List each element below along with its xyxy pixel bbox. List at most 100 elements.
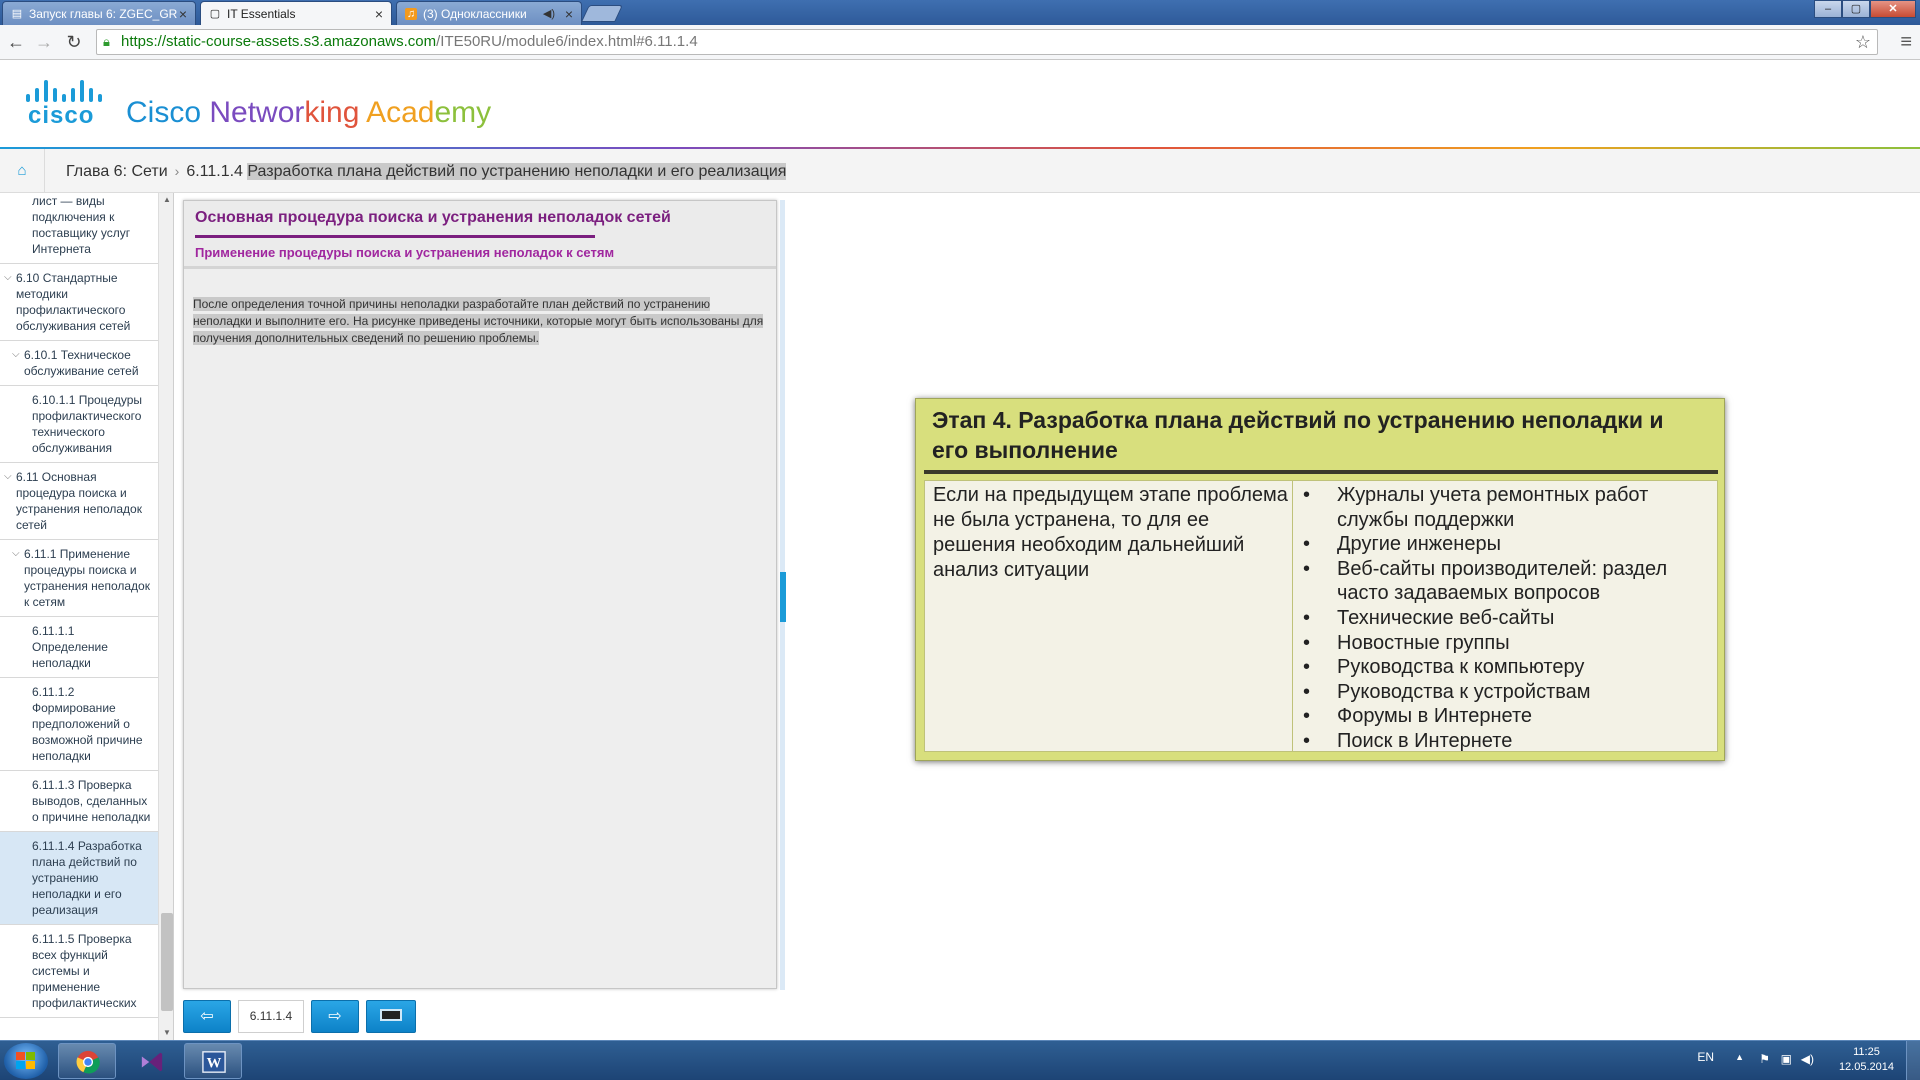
nav-item-label: 6.11.1.5 Проверка всех функций системы и… — [32, 932, 137, 1010]
reload-icon[interactable]: ↻ — [62, 30, 86, 54]
chevron-down-icon: ⌵ — [4, 471, 12, 482]
clock-date: 12.05.2014 — [1838, 1061, 1894, 1073]
list-item: Журналы учета ремонтных работ службы под… — [1303, 483, 1713, 532]
site-header: cisco Cisco Networking Academy — [0, 60, 1920, 148]
list-item: Руководства к компьютеру — [1303, 655, 1713, 680]
back-arrow-icon[interactable]: ← — [4, 30, 28, 54]
arrow-left-icon: ⇦ — [200, 1008, 214, 1025]
taskbar-visual-studio-button[interactable] — [122, 1043, 180, 1079]
url-input[interactable]: 🔒︎ https://static-course-assets.s3.amazo… — [96, 29, 1878, 55]
figure-divider — [924, 470, 1718, 474]
url-path: /ITE50RU/module6/index.html#6.11.1.4 — [436, 33, 698, 50]
sources-list: Журналы учета ремонтных работ службы под… — [1303, 483, 1713, 754]
cisco-logo[interactable]: cisco — [24, 80, 108, 130]
figure-sources: Журналы учета ремонтных работ службы под… — [1292, 480, 1718, 754]
scroll-thumb[interactable] — [161, 913, 173, 1011]
browser-tab-bar: ▤ Запуск главы 6: ZGEC_GR × ▢ IT Essenti… — [0, 0, 1920, 25]
visual-studio-icon — [141, 1052, 163, 1072]
new-tab-button[interactable] — [581, 5, 623, 22]
nav-item[interactable]: ⌵ 6.10.1 Техническое обслуживание сетей — [0, 341, 158, 386]
breadcrumb-chapter[interactable]: Глава 6: Сети — [66, 163, 168, 180]
tab-it-essentials[interactable]: ▢ IT Essentials × — [200, 1, 392, 25]
windows-logo-icon — [16, 1052, 36, 1070]
forward-arrow-icon[interactable]: → — [32, 30, 56, 54]
close-icon[interactable]: × — [565, 2, 573, 25]
brand-part: king — [304, 96, 360, 129]
nav-item[interactable]: 6.11.1.5 Проверка всех функций системы и… — [0, 925, 158, 1018]
music-icon: ♫ — [405, 8, 417, 20]
show-desktop-button[interactable] — [1906, 1041, 1920, 1080]
nav-item[interactable]: 6.11.1.1 Определение неполадки — [0, 617, 158, 678]
splitter-handle[interactable] — [780, 572, 786, 622]
panel-title: Основная процедура поиска и устранения н… — [195, 209, 671, 226]
volume-icon[interactable]: ◀) — [1801, 1052, 1814, 1066]
nav-scrollbar[interactable]: ▲ ▼ — [158, 193, 173, 1040]
svg-text:W: W — [207, 1056, 222, 1072]
panel-body-text: После определения точной причины неполад… — [193, 297, 764, 345]
taskbar-word-button[interactable]: W — [184, 1043, 242, 1079]
lock-icon: 🔒︎ — [103, 34, 110, 49]
scroll-down-icon[interactable]: ▼ — [159, 1026, 173, 1040]
nav-item[interactable]: лист — виды подключения к поставщику усл… — [0, 193, 158, 264]
nav-item[interactable]: 6.10.1.1 Процедуры профилактического тех… — [0, 386, 158, 463]
figure-description-text: Если на предыдущем этапе проблема не был… — [933, 484, 1288, 581]
nav-item[interactable]: ⌵ 6.11.1 Применение процедуры поиска и ус… — [0, 540, 158, 617]
scroll-up-icon[interactable]: ▲ — [159, 193, 173, 207]
close-icon[interactable]: × — [179, 2, 187, 25]
fullscreen-button[interactable] — [366, 1000, 416, 1033]
nav-item-label: 6.11.1.2 Формирование предположений о во… — [32, 685, 143, 763]
tab-label: (3) Одноклассники — [423, 7, 527, 21]
flag-icon[interactable]: ⚑ — [1759, 1052, 1770, 1066]
chevron-down-icon: ⌵ — [12, 548, 20, 559]
network-icon[interactable]: ▣ — [1781, 1052, 1792, 1066]
list-item: Веб-сайты производителей: раздел часто з… — [1303, 557, 1713, 606]
page-indicator: 6.11.1.4 — [238, 1000, 304, 1033]
chevron-down-icon: ⌵ — [12, 349, 20, 360]
nav-item[interactable]: ⌵ 6.11 Основная процедура поиска и устран… — [0, 463, 158, 540]
nav-item-label: лист — виды подключения к поставщику усл… — [32, 194, 131, 256]
list-item: Другие инженеры — [1303, 532, 1713, 557]
content-panel: Основная процедура поиска и устранения н… — [183, 200, 777, 989]
url-text: https://static-course-assets.s3.amazonaw… — [121, 30, 698, 54]
previous-page-button[interactable]: ⇦ — [183, 1000, 231, 1033]
language-indicator[interactable]: EN — [1697, 1050, 1714, 1064]
nav-item[interactable]: ⌵ 6.10 Стандартные методики профилактичес… — [0, 264, 158, 341]
start-button[interactable] — [4, 1043, 48, 1079]
chevron-up-icon[interactable]: ▲ — [1735, 1052, 1744, 1062]
taskbar-chrome-button[interactable] — [58, 1043, 116, 1079]
nav-item-label: 6.11.1.1 Определение неполадки — [32, 624, 108, 670]
maximize-button[interactable]: ▢ — [1842, 0, 1870, 18]
tab-zgec[interactable]: ▤ Запуск главы 6: ZGEC_GR × — [2, 1, 196, 25]
browser-menu-icon[interactable]: ≡ — [1900, 31, 1912, 54]
bookmark-star-icon[interactable]: ☆ — [1855, 30, 1871, 54]
nav-item-label: 6.11.1.3 Проверка выводов, сделанных о п… — [32, 778, 151, 824]
breadcrumb-section-number: 6.11.1.4 — [186, 163, 243, 180]
clock-time: 11:25 — [1853, 1046, 1880, 1058]
nav-item-active[interactable]: 6.11.1.4 Разработка плана действий по ус… — [0, 832, 158, 925]
close-icon[interactable]: × — [375, 2, 383, 25]
screen-icon — [380, 1009, 402, 1022]
tab-odnoklassniki[interactable]: ♫ (3) Одноклассники ◀) × — [396, 1, 582, 25]
next-page-button[interactable]: ⇨ — [311, 1000, 359, 1033]
brand-part: Cisco — [126, 96, 210, 129]
home-icon[interactable]: ⌂ — [0, 149, 45, 193]
nav-item[interactable]: 6.11.1.3 Проверка выводов, сделанных о п… — [0, 771, 158, 832]
chevron-right-icon: › — [174, 163, 180, 179]
page-icon: ▢ — [209, 8, 221, 20]
minimize-button[interactable]: – — [1814, 0, 1842, 18]
breadcrumb-trail: Глава 6: Сети › 6.11.1.4 Разработка плана … — [66, 149, 787, 194]
breadcrumb: ⌂ Глава 6: Сети › 6.11.1.4 Разработка план… — [0, 149, 1920, 193]
window-close-button[interactable]: ✕ — [1870, 0, 1916, 18]
chevron-down-icon: ⌵ — [4, 272, 12, 283]
list-item: Руководства к устройствам — [1303, 680, 1713, 705]
speaker-icon[interactable]: ◀) — [543, 2, 555, 25]
panel-subtitle: Применение процедуры поиска и устранения… — [195, 245, 615, 260]
cisco-bars-icon — [26, 80, 106, 102]
windows-taskbar: W EN ▲ ⚑ ▣ ◀) 11:25 12.05.2014 — [0, 1040, 1920, 1080]
clock[interactable]: 11:25 12.05.2014 — [1839, 1045, 1894, 1075]
arrow-right-icon: ⇨ — [328, 1008, 342, 1025]
figure-title: Этап 4. Разработка плана действий по уст… — [932, 407, 1664, 463]
brand-part: Acad — [359, 96, 435, 129]
step-figure: Этап 4. Разработка плана действий по уст… — [915, 398, 1725, 761]
nav-item[interactable]: 6.11.1.2 Формирование предположений о во… — [0, 678, 158, 771]
